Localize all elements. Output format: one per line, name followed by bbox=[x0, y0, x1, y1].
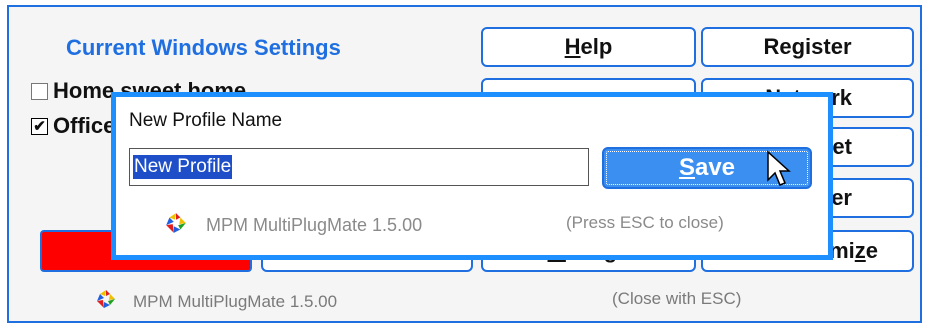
settings-title: Current Windows Settings bbox=[66, 35, 341, 60]
footer-app-name: MPM MultiPlugMate 1.5.00 bbox=[133, 291, 338, 311]
dialog-save-rest: ave bbox=[694, 154, 736, 181]
new-profile-input-value: New Profile bbox=[133, 155, 233, 179]
profile-office-row[interactable]: ✔ Office bbox=[31, 113, 115, 139]
mouse-pointer-icon bbox=[766, 150, 792, 195]
dialog-hint: (Press ESC to close) bbox=[566, 213, 724, 232]
register-button[interactable]: Register bbox=[701, 27, 914, 67]
new-profile-input[interactable]: New Profile bbox=[129, 148, 589, 186]
help-button[interactable]: Help bbox=[481, 27, 696, 67]
multiplugmate-logo-icon bbox=[95, 288, 117, 315]
profile-home-checkbox[interactable] bbox=[31, 82, 48, 100]
minimize-button-key: z bbox=[854, 238, 866, 263]
new-profile-label: New Profile Name bbox=[129, 110, 283, 131]
footer-hint: (Close with ESC) bbox=[612, 289, 742, 308]
multiplugmate-logo-icon bbox=[164, 211, 188, 240]
minimize-button-rest: e bbox=[865, 238, 878, 263]
dialog-save-key: S bbox=[678, 154, 695, 181]
window-edge bbox=[922, 5, 929, 329]
new-profile-dialog: New Profile Name New Profile Save MPM Mu… bbox=[111, 92, 833, 260]
profile-office-checkbox[interactable]: ✔ bbox=[31, 117, 48, 135]
main-footer: MPM MultiPlugMate 1.5.00 bbox=[95, 288, 337, 315]
dialog-footer: MPM MultiPlugMate 1.5.00 bbox=[164, 211, 422, 240]
help-button-rest: elp bbox=[580, 34, 613, 59]
help-button-key: H bbox=[564, 34, 581, 59]
profile-office-label: Office bbox=[53, 113, 116, 138]
dialog-app-name: MPM MultiPlugMate 1.5.00 bbox=[206, 215, 423, 235]
